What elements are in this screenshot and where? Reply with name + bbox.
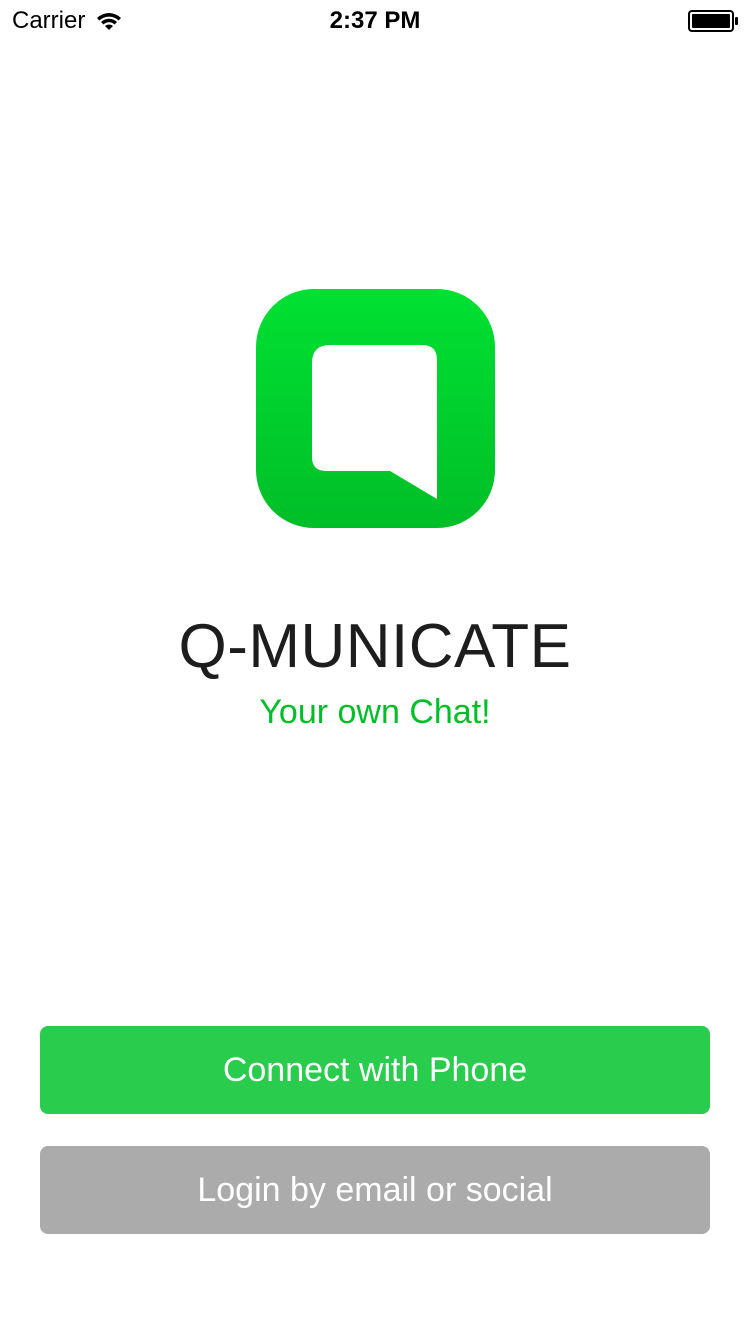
app-title: Q-MUNICATE — [178, 612, 572, 681]
app-tagline: Your own Chat! — [259, 693, 491, 731]
welcome-screen: Carrier 2:37 PM Q-MUNICATE Your own Chat… — [0, 0, 750, 1334]
app-logo-icon — [256, 289, 495, 528]
connect-with-phone-button[interactable]: Connect with Phone — [40, 1026, 710, 1114]
battery-icon — [688, 10, 738, 32]
status-time: 2:37 PM — [329, 7, 421, 34]
status-bar: Carrier 2:37 PM — [0, 0, 750, 40]
login-email-social-button[interactable]: Login by email or social — [40, 1146, 710, 1234]
